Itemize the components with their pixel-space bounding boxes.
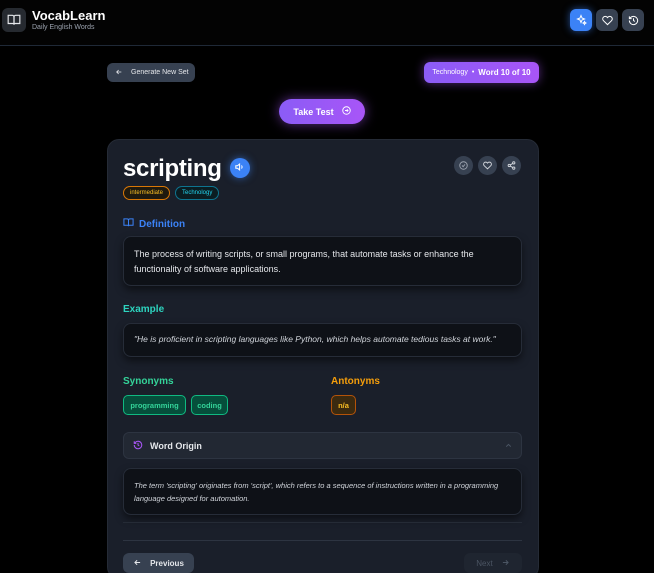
arrow-left-icon xyxy=(133,558,142,569)
word-origin-text: The term 'scripting' originates from 'sc… xyxy=(123,468,522,515)
book-open-icon xyxy=(123,217,134,231)
progress-label: Word 10 of 10 xyxy=(478,68,531,77)
divider xyxy=(123,540,522,541)
pronounce-button[interactable] xyxy=(230,158,250,178)
chevron-up-icon xyxy=(504,441,513,452)
top-bar: VocabLearn Daily English Words xyxy=(0,0,654,46)
generate-new-set-button[interactable]: Generate New Set xyxy=(107,63,195,82)
speaker-icon xyxy=(235,159,245,177)
header-actions xyxy=(570,9,644,31)
definition-heading: Definition xyxy=(123,217,185,231)
take-test-button[interactable]: Take Test xyxy=(279,99,365,124)
next-button[interactable]: Next xyxy=(464,553,522,573)
sparkles-icon[interactable] xyxy=(570,9,592,31)
arrow-right-circle-icon xyxy=(341,106,351,117)
take-test-label: Take Test xyxy=(293,106,334,117)
share-icon xyxy=(507,161,516,170)
check-circle-icon xyxy=(459,161,468,170)
topic-label: Technology xyxy=(432,69,468,76)
separator: • xyxy=(471,69,475,76)
synonym-chip[interactable]: coding xyxy=(191,395,228,415)
app-title: VocabLearn xyxy=(32,8,106,23)
topic-progress-badge: Technology • Word 10 of 10 xyxy=(424,62,539,83)
example-text: "He is proficient in scripting languages… xyxy=(123,323,522,357)
word-title: scripting xyxy=(123,155,222,182)
definition-title: Definition xyxy=(139,218,186,230)
antonyms-title: Antonyms xyxy=(331,376,380,387)
synonym-chip[interactable]: programming xyxy=(123,395,186,415)
generate-new-set-label: Generate New Set xyxy=(131,69,189,76)
history-icon xyxy=(133,440,143,452)
arrow-left-icon xyxy=(115,68,123,78)
definition-text: The process of writing scripts, or small… xyxy=(123,236,522,286)
word-origin-toggle[interactable]: Word Origin xyxy=(123,432,522,459)
previous-label: Previous xyxy=(150,558,184,568)
favorite-button[interactable] xyxy=(478,156,497,175)
history-icon[interactable] xyxy=(622,9,644,31)
divider xyxy=(123,522,522,523)
example-title: Example xyxy=(123,304,165,315)
share-button[interactable] xyxy=(502,156,521,175)
mark-learned-button[interactable] xyxy=(454,156,473,175)
card-actions xyxy=(454,156,521,175)
app-subtitle: Daily English Words xyxy=(32,24,95,31)
book-open-icon xyxy=(2,8,26,32)
arrow-right-icon xyxy=(501,558,510,569)
synonyms-title: Synonyms xyxy=(123,376,174,387)
previous-button[interactable]: Previous xyxy=(123,553,194,573)
antonym-chip[interactable]: n/a xyxy=(331,395,356,415)
word-origin-title: Word Origin xyxy=(150,440,202,451)
topic-tag: Technology xyxy=(175,186,220,200)
level-tag: intermediate xyxy=(123,186,171,200)
heart-icon xyxy=(483,161,492,170)
heart-icon[interactable] xyxy=(596,9,618,31)
next-label: Next xyxy=(476,558,493,568)
